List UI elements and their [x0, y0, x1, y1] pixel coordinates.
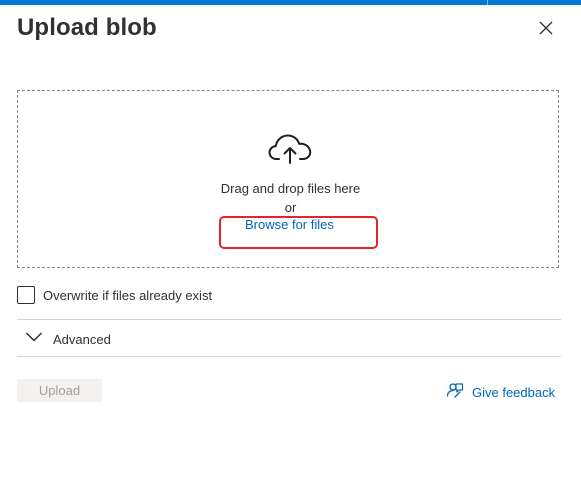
upload-button[interactable]: Upload: [17, 379, 102, 402]
panel-title: Upload blob: [17, 14, 157, 41]
close-icon: [539, 21, 553, 40]
drop-or-text: or: [284, 200, 297, 215]
give-feedback-link[interactable]: Give feedback: [446, 381, 555, 404]
overwrite-option[interactable]: Overwrite if files already exist: [17, 286, 212, 304]
chevron-down-icon: [25, 330, 43, 348]
top-accent-bar: [0, 0, 581, 5]
overwrite-checkbox[interactable]: [17, 286, 35, 304]
highlight-annotation: [219, 216, 378, 249]
drop-instruction-line: Drag and drop files here: [220, 181, 361, 196]
top-bar-notch: [487, 0, 488, 5]
divider-top: [17, 319, 561, 320]
divider-bottom: [17, 356, 561, 357]
cloud-upload-icon: [268, 133, 312, 165]
drop-instructions: Drag and drop files here or: [0, 179, 581, 217]
overwrite-label: Overwrite if files already exist: [43, 287, 213, 303]
advanced-toggle[interactable]: Advanced: [25, 330, 111, 348]
feedback-icon: [446, 381, 464, 404]
feedback-label: Give feedback: [472, 385, 556, 400]
advanced-label: Advanced: [53, 331, 111, 347]
close-button[interactable]: [534, 18, 558, 42]
